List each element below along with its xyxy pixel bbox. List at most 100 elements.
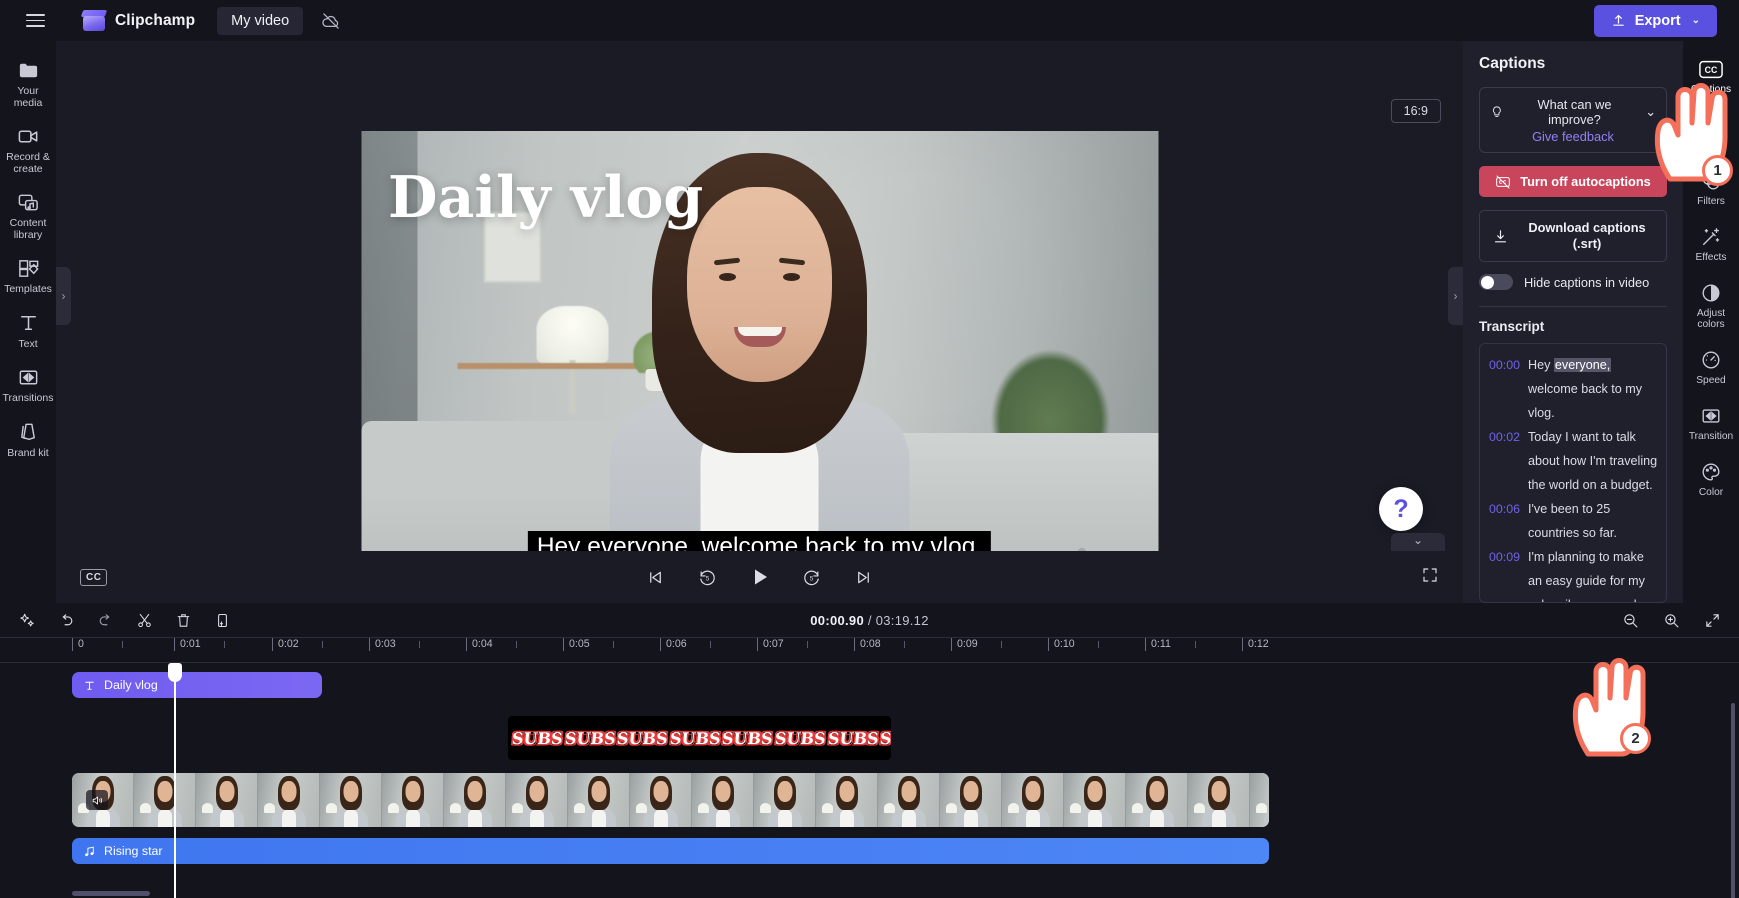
ruler-tick: 0 (72, 638, 84, 651)
transcript-area[interactable]: 00:00 Hey everyone, welcome back to my v… (1479, 343, 1667, 603)
ruler-tick: 0:09 (951, 638, 978, 651)
export-button[interactable]: Export ⌄ (1593, 4, 1717, 37)
sidebar-item-record-create[interactable]: Record & create (0, 117, 56, 181)
templates-icon (16, 256, 40, 280)
video-camera-icon (16, 124, 40, 148)
magic-wand-icon[interactable] (16, 609, 38, 631)
zoom-out-icon[interactable] (1619, 609, 1641, 631)
play-icon[interactable] (747, 564, 773, 590)
video-title-overlay[interactable]: Daily vlog (388, 164, 703, 231)
tool-effects[interactable]: Effects (1683, 219, 1739, 269)
color-palette-icon (1699, 460, 1723, 484)
sidebar-label: Record & create (6, 151, 50, 175)
svg-text:5: 5 (706, 575, 710, 582)
delete-trash-icon[interactable] (172, 609, 194, 631)
subtitle-word: SUBS (879, 728, 891, 748)
transcript-line[interactable]: 00:06 I've been to 25 countries so far. (1489, 497, 1658, 545)
tool-fade[interactable]: Fade (1683, 107, 1739, 157)
transcript-line[interactable]: 00:09 I'm planning to make an easy guide… (1489, 545, 1658, 602)
cloud-offline-icon[interactable] (317, 7, 345, 35)
collapse-right-panel-arrow[interactable]: › (1448, 267, 1463, 325)
forward-5s-icon[interactable]: 5 (799, 564, 825, 590)
playhead-handle[interactable] (168, 663, 182, 682)
sidebar-label: Brand kit (7, 446, 49, 459)
aspect-ratio-button[interactable]: 16:9 (1390, 99, 1441, 123)
cc-icon: CC (1699, 57, 1723, 81)
feedback-question: What can we improve? (1537, 97, 1612, 127)
skip-to-end-icon[interactable] (851, 564, 877, 590)
feedback-card[interactable]: What can we improve? ⌄ Give feedback (1479, 87, 1667, 153)
split-scissors-icon[interactable] (133, 609, 155, 631)
clip-label: Daily vlog (104, 678, 158, 692)
download-captions-button[interactable]: Download captions (.srt) (1479, 210, 1667, 262)
transcript-timestamp[interactable]: 00:00 (1489, 353, 1520, 425)
turn-off-autocaptions-button[interactable]: Turn off autocaptions (1479, 166, 1667, 197)
timeline: 00:00.90 / 03:19.12 0 0:01 0:02 0:03 0:0… (0, 603, 1739, 898)
subtitle-word: SUBS (616, 728, 669, 748)
tool-captions[interactable]: CC Captions (1683, 51, 1739, 101)
transcript-line[interactable]: 00:00 Hey everyone, welcome back to my v… (1489, 353, 1658, 425)
ruler-tick: 0:06 (660, 638, 687, 651)
timeline-ruler[interactable]: 0 0:01 0:02 0:03 0:04 0:05 0:06 0:07 0:0… (0, 637, 1739, 663)
toggle-track[interactable] (1479, 274, 1513, 290)
properties-toolbar: CC Captions Fade Filters Effects Adjust … (1683, 41, 1739, 603)
chevron-down-icon[interactable]: ⌄ (1645, 104, 1656, 120)
tool-transition[interactable]: Transition (1683, 398, 1739, 448)
redo-icon[interactable] (94, 609, 116, 631)
adjust-colors-icon (1699, 281, 1723, 305)
rewind-5s-icon[interactable]: 5 (695, 564, 721, 590)
annotation-badge-1: 1 (1702, 155, 1733, 186)
timeline-tracks[interactable]: Daily vlog SUBS SUBS SUBS SUBS SUBS SUBS… (0, 663, 1739, 898)
help-button[interactable]: ? (1379, 487, 1423, 531)
zoom-in-icon[interactable] (1660, 609, 1682, 631)
cc-toggle-button[interactable]: CC (80, 568, 108, 586)
sidebar-item-content-library[interactable]: Content library (0, 183, 56, 247)
duplicate-icon[interactable] (211, 609, 233, 631)
tool-label: Speed (1696, 375, 1726, 386)
sidebar-label: Templates (4, 283, 52, 295)
transcript-timestamp[interactable]: 00:09 (1489, 545, 1520, 602)
transcript-text[interactable]: I've been to 25 countries so far. (1528, 497, 1658, 545)
sidebar-item-templates[interactable]: Templates (0, 249, 56, 302)
transcript-line[interactable]: 00:02 Today I want to talk about how I'm… (1489, 425, 1658, 497)
transcript-text[interactable]: Hey everyone, welcome back to my vlog. (1528, 353, 1658, 425)
project-title[interactable]: My video (217, 6, 304, 35)
top-bar: Clipchamp My video Export ⌄ (0, 0, 1739, 41)
sidebar-item-your-media[interactable]: Your media (0, 51, 56, 115)
timeline-vertical-scrollbar[interactable] (1731, 703, 1735, 898)
collapse-left-panel-arrow[interactable]: › (56, 267, 71, 325)
video-preview[interactable]: Daily vlog Hey everyone, welcome back to… (361, 131, 1158, 583)
playhead[interactable] (168, 663, 182, 898)
transcript-text[interactable]: I'm planning to make an easy guide for m… (1528, 545, 1658, 602)
ruler-tick: 0:01 (174, 638, 201, 651)
fit-to-screen-icon[interactable] (1701, 609, 1723, 631)
subtitle-clip[interactable]: SUBS SUBS SUBS SUBS SUBS SUBS SUBS SUBS … (508, 716, 891, 760)
fullscreen-icon[interactable] (1421, 566, 1439, 589)
skip-to-start-icon[interactable] (643, 564, 669, 590)
hide-captions-toggle[interactable]: Hide captions in video (1479, 274, 1667, 290)
lightbulb-icon (1492, 106, 1501, 118)
sidebar-item-text[interactable]: Text (0, 304, 56, 357)
hamburger-icon[interactable] (18, 4, 52, 38)
clipchamp-editor: Clipchamp My video Export ⌄ Your media R… (0, 0, 1739, 898)
tool-color[interactable]: Color (1683, 454, 1739, 504)
text-clip[interactable]: Daily vlog (72, 672, 322, 698)
sidebar-item-brand-kit[interactable]: Brand kit (0, 413, 56, 466)
transcript-text[interactable]: Today I want to talk about how I'm trave… (1528, 425, 1658, 497)
audio-clip[interactable]: Rising star (72, 838, 1269, 864)
tool-speed[interactable]: Speed (1683, 342, 1739, 392)
tool-adjust-colors[interactable]: Adjust colors (1683, 275, 1739, 336)
give-feedback-link[interactable]: Give feedback (1490, 129, 1656, 144)
download-icon (1494, 229, 1507, 242)
timeline-horizontal-scrollbar[interactable] (72, 891, 150, 896)
transcript-timestamp[interactable]: 00:06 (1489, 497, 1520, 545)
sidebar-item-transitions[interactable]: Transitions (0, 358, 56, 411)
speaker-icon[interactable] (86, 790, 108, 810)
transport-controls: 5 5 (643, 564, 877, 590)
transcript-timestamp[interactable]: 00:02 (1489, 425, 1520, 497)
video-clip[interactable] (72, 773, 1269, 827)
music-note-icon (85, 846, 94, 856)
tool-label: Color (1698, 487, 1724, 498)
tool-label: Fade (1699, 140, 1723, 151)
undo-icon[interactable] (55, 609, 77, 631)
